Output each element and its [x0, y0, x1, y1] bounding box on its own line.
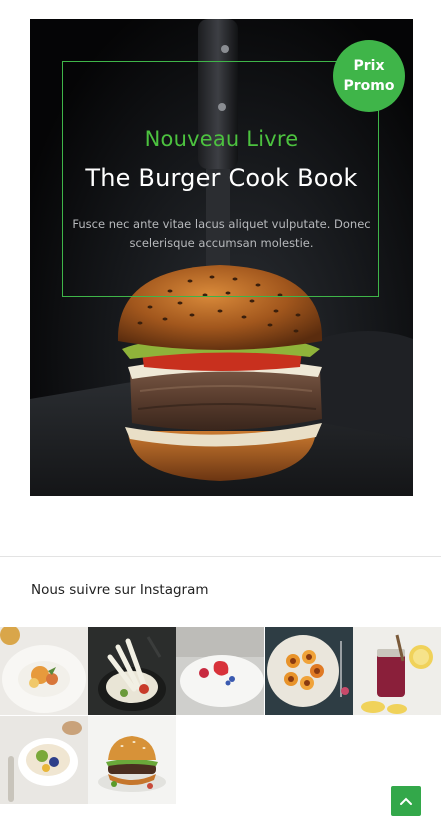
instagram-photo-breakfast-bowl[interactable]	[0, 716, 88, 804]
instagram-photo-strawberry-dessert[interactable]	[176, 627, 264, 715]
promo-title: The Burger Cook Book	[85, 164, 358, 192]
instagram-photo-burger[interactable]	[88, 716, 176, 804]
instagram-photo-noodle-bowl[interactable]	[88, 627, 176, 715]
instagram-grid	[0, 627, 441, 805]
section-divider	[0, 556, 441, 557]
promo-banner[interactable]: Nouveau Livre The Burger Cook Book Fusce…	[30, 19, 413, 496]
promo-badge-line1: Prix	[353, 58, 385, 74]
page: Nouveau Livre The Burger Cook Book Fusce…	[0, 0, 441, 817]
promo-description: Fusce nec ante vitae lacus aliquet vulpu…	[72, 217, 371, 250]
back-to-top-button[interactable]	[391, 786, 421, 816]
instagram-photo-fruit-plate[interactable]	[265, 627, 353, 715]
instagram-heading: Nous suivre sur Instagram	[31, 582, 209, 598]
promo-badge-line2: Promo	[343, 78, 395, 94]
instagram-photo-berry-drink[interactable]	[353, 627, 441, 715]
chevron-up-icon	[400, 797, 412, 805]
promo-kicker: Nouveau Livre	[144, 127, 299, 151]
promo-badge: Prix Promo	[333, 40, 405, 112]
instagram-photo-plated-dish[interactable]	[0, 627, 88, 715]
